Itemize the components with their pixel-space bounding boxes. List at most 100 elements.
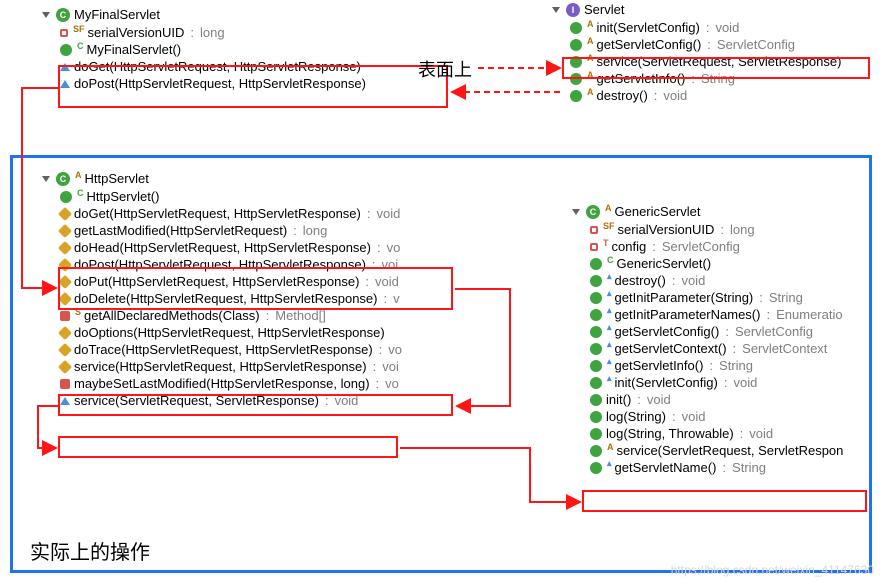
member-return: long bbox=[200, 25, 225, 40]
list-item[interactable]: CHttpServlet() bbox=[42, 188, 402, 205]
member-name: service(HttpServletRequest, HttpServletR… bbox=[74, 359, 367, 374]
member-return: void bbox=[682, 409, 706, 424]
class-icon bbox=[56, 8, 70, 22]
override-sup: ▴ bbox=[607, 288, 612, 299]
override-sup: ▴ bbox=[607, 373, 612, 384]
list-item[interactable]: Adestroy():void bbox=[552, 87, 841, 104]
list-item[interactable]: ▴init(ServletConfig):void bbox=[572, 374, 843, 391]
list-item[interactable]: Tconfig:ServletConfig bbox=[572, 238, 843, 255]
chevron-down-icon[interactable] bbox=[42, 12, 50, 18]
member-return: Method[] bbox=[275, 308, 326, 323]
method-public-icon bbox=[590, 360, 602, 372]
highlight-servlet-service bbox=[562, 57, 870, 79]
separator: : bbox=[670, 409, 678, 424]
class-header[interactable]: A HttpServlet bbox=[42, 171, 402, 186]
member-name: config bbox=[612, 239, 647, 254]
separator: : bbox=[371, 359, 379, 374]
method-protected-icon bbox=[58, 342, 72, 356]
actual-label: 实际上的操作 bbox=[30, 536, 150, 565]
separator: : bbox=[705, 37, 713, 52]
separator: : bbox=[188, 25, 196, 40]
list-item[interactable]: ▴getInitParameterNames():Enumeratio bbox=[572, 306, 843, 323]
constructor-sup: C bbox=[77, 188, 84, 198]
member-name: init(ServletConfig) bbox=[615, 375, 718, 390]
method-public-icon bbox=[590, 411, 602, 423]
list-item[interactable]: SFserialVersionUID:long bbox=[572, 221, 843, 238]
list-item[interactable]: ▴getServletConfig():ServletConfig bbox=[572, 323, 843, 340]
list-item[interactable]: ▴getInitParameter(String):String bbox=[572, 289, 843, 306]
list-item[interactable]: getLastModified(HttpServletRequest):long bbox=[42, 222, 402, 239]
separator: : bbox=[704, 20, 712, 35]
list-item[interactable]: doGet(HttpServletRequest, HttpServletRes… bbox=[42, 205, 402, 222]
method-public-icon bbox=[590, 445, 602, 457]
member-name: doGet(HttpServletRequest, HttpServletRes… bbox=[74, 206, 361, 221]
class-icon bbox=[56, 172, 70, 186]
list-item[interactable]: log(String, Throwable):void bbox=[572, 425, 843, 442]
method-public-icon bbox=[570, 39, 582, 51]
class-header[interactable]: Servlet bbox=[552, 2, 841, 17]
member-return: Enumeratio bbox=[776, 307, 842, 322]
list-item[interactable]: Aservice(ServletRequest, ServletRespon bbox=[572, 442, 843, 459]
method-public-icon bbox=[590, 343, 602, 355]
class-name: HttpServlet bbox=[85, 171, 149, 186]
method-protected-icon bbox=[58, 223, 72, 237]
list-item[interactable]: Ainit(ServletConfig):void bbox=[552, 19, 841, 36]
chevron-down-icon[interactable] bbox=[552, 7, 560, 13]
list-item[interactable]: ▴getServletName():String bbox=[572, 459, 843, 476]
member-return: String bbox=[732, 460, 766, 475]
member-return: vo bbox=[385, 376, 399, 391]
list-item[interactable]: service(HttpServletRequest, HttpServletR… bbox=[42, 358, 402, 375]
separator: : bbox=[374, 376, 382, 391]
method-protected-icon bbox=[58, 206, 72, 220]
abstract-sup: A bbox=[587, 36, 594, 46]
chevron-down-icon[interactable] bbox=[572, 209, 580, 215]
highlight-hs-service1 bbox=[58, 394, 453, 416]
list-item[interactable]: CGenericServlet() bbox=[572, 255, 843, 272]
member-name: getServletContext() bbox=[615, 341, 727, 356]
member-return: vo bbox=[387, 240, 401, 255]
interface-icon bbox=[566, 3, 580, 17]
highlight-mfs-methods bbox=[58, 65, 448, 108]
list-item[interactable]: maybeSetLastModified(HttpServletResponse… bbox=[42, 375, 402, 392]
separator: : bbox=[738, 426, 746, 441]
method-protected-icon bbox=[58, 240, 72, 254]
member-name: getAllDeclaredMethods(Class) bbox=[84, 308, 260, 323]
abstract-sup: A bbox=[587, 87, 594, 97]
class-header[interactable]: MyFinalServlet bbox=[42, 7, 366, 22]
member-name: GenericServlet() bbox=[617, 256, 712, 271]
highlight-hs-dopost-doput bbox=[58, 267, 453, 310]
list-item[interactable]: doOptions(HttpServletRequest, HttpServle… bbox=[42, 324, 402, 341]
static-final-sup: SF bbox=[73, 24, 85, 34]
class-header[interactable]: A GenericServlet bbox=[572, 204, 843, 219]
list-item[interactable]: doHead(HttpServletRequest, HttpServletRe… bbox=[42, 239, 402, 256]
list-item[interactable]: AgetServletConfig():ServletConfig bbox=[552, 36, 841, 53]
separator: : bbox=[652, 88, 660, 103]
member-name: serialVersionUID bbox=[88, 25, 185, 40]
member-return: void bbox=[376, 206, 400, 221]
separator: : bbox=[722, 375, 730, 390]
chevron-down-icon[interactable] bbox=[42, 176, 50, 182]
separator: : bbox=[731, 341, 739, 356]
list-item[interactable]: init():void bbox=[572, 391, 843, 408]
class-name: Servlet bbox=[584, 2, 624, 17]
member-return: long bbox=[303, 223, 328, 238]
highlight-gs-service bbox=[582, 490, 867, 512]
list-item[interactable]: ▴destroy():void bbox=[572, 272, 843, 289]
list-item[interactable]: ▴getServletInfo():String bbox=[572, 357, 843, 374]
member-name: log(String) bbox=[606, 409, 666, 424]
list-item[interactable]: CMyFinalServlet() bbox=[42, 41, 366, 58]
field-icon bbox=[590, 226, 598, 234]
method-public-icon bbox=[590, 258, 602, 270]
separator: : bbox=[375, 240, 383, 255]
list-item[interactable]: doTrace(HttpServletRequest, HttpServletR… bbox=[42, 341, 402, 358]
member-name: doHead(HttpServletRequest, HttpServletRe… bbox=[74, 240, 371, 255]
abstract-sup: A bbox=[75, 170, 82, 180]
member-name: destroy() bbox=[615, 273, 666, 288]
separator: : bbox=[650, 239, 658, 254]
list-item[interactable]: ▴getServletContext():ServletContext bbox=[572, 340, 843, 357]
method-public-icon bbox=[570, 90, 582, 102]
method-public-icon bbox=[590, 292, 602, 304]
list-item[interactable]: log(String): void bbox=[572, 408, 843, 425]
list-item[interactable]: SFserialVersionUID: long bbox=[42, 24, 366, 41]
member-name: MyFinalServlet() bbox=[87, 42, 182, 57]
